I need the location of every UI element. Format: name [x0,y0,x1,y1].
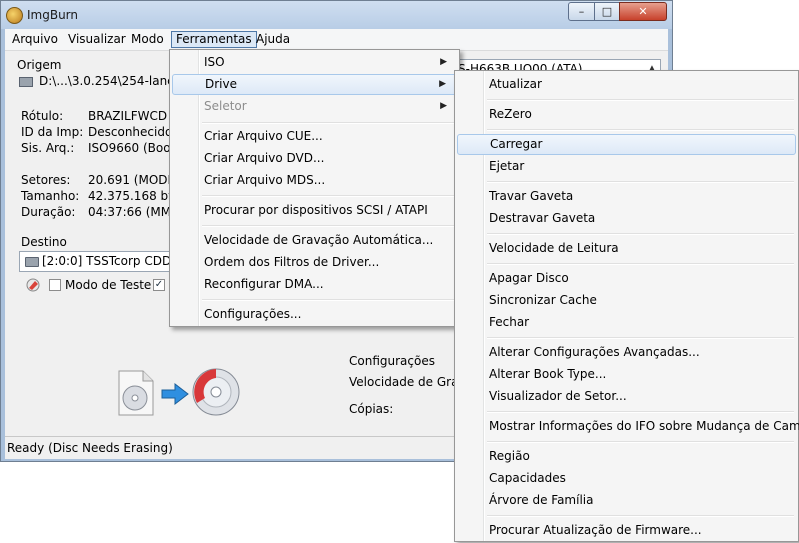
submenu-arrow-icon: ▶ [440,57,447,67]
source-group-label: Origem [17,58,62,72]
menu-item-configuracoes[interactable]: Configurações... [172,304,457,325]
drive-icon [25,257,39,267]
menu-item-ejetar[interactable]: Ejetar [457,156,796,177]
burn-disc-icon [191,367,241,417]
label-sis-arq: Sis. Arq.: [21,141,75,155]
menu-item-alterar-config-avancadas[interactable]: Alterar Configurações Avançadas... [457,342,796,363]
verify-checkbox[interactable]: ✓ [153,279,165,291]
menu-ajuda[interactable]: Ajuda [252,31,294,48]
menu-separator [202,225,455,227]
menu-item-rezero[interactable]: ReZero [457,104,796,125]
menu-item-arvore-familia[interactable]: Árvore de Família [457,490,796,511]
menu-separator [202,122,455,124]
menu-separator [487,263,794,265]
menu-separator [202,195,455,197]
disc-image-file-icon [19,76,33,87]
destination-drive-combo[interactable]: [2:0:0] TSSTcorp CDDVD [19,251,179,272]
drive-submenu: Atualizar ReZero Carregar Ejetar Travar … [454,70,799,542]
menu-item-travar-gaveta[interactable]: Travar Gaveta [457,186,796,207]
menu-item-drive[interactable]: Drive ▶ [172,74,457,95]
destination-drive-text: [2:0:0] TSSTcorp CDDVD [42,254,179,268]
menu-separator [487,233,794,235]
menu-item-visualizador-setor[interactable]: Visualizador de Setor... [457,386,796,407]
imgburn-icon [6,7,23,24]
ferramentas-menu: ISO ▶ Drive ▶ Seletor ▶ Criar Arquivo CUE..… [169,49,460,327]
destination-group-label: Destino [21,235,67,249]
source-path[interactable]: D:\...\3.0.254\254-lanca [19,74,181,88]
value-rotulo: BRAZILFWCD [88,109,168,123]
menu-item-destravar-gaveta[interactable]: Destravar Gaveta [457,208,796,229]
menu-separator [487,129,794,131]
label-tamanho: Tamanho: [21,189,80,203]
menu-bar: Arquivo Visualizar Modo Ferramentas Ajud… [5,29,668,51]
menu-visualizar[interactable]: Visualizar [64,31,130,48]
write-arrow-icon [161,382,189,406]
erase-disc-icon[interactable] [26,278,40,292]
menu-separator [487,411,794,413]
menu-separator [202,299,455,301]
menu-ferramentas[interactable]: Ferramentas [171,31,257,48]
menu-item-criar-dvd[interactable]: Criar Arquivo DVD... [172,148,457,169]
menu-modo[interactable]: Modo [127,31,168,48]
menu-item-regiao[interactable]: Região [457,446,796,467]
label-duracao: Duração: [21,205,76,219]
close-button[interactable]: ✕ [619,2,667,21]
minimize-button[interactable]: – [568,2,595,21]
source-path-text: D:\...\3.0.254\254-lanca [39,74,182,88]
menu-item-iso[interactable]: ISO ▶ [172,52,457,73]
value-id-imp: Desconhecido [88,125,173,139]
submenu-arrow-icon: ▶ [440,101,447,111]
menu-item-sincronizar-cache[interactable]: Sincronizar Cache [457,290,796,311]
maximize-button[interactable]: □ [594,2,620,21]
menu-item-seletor: Seletor ▶ [172,96,457,117]
menu-separator [487,99,794,101]
disc-image-file-icon [115,369,155,417]
menu-item-alterar-book-type[interactable]: Alterar Book Type... [457,364,796,385]
menu-item-carregar[interactable]: Carregar [457,134,796,155]
menu-item-criar-mds[interactable]: Criar Arquivo MDS... [172,170,457,191]
menu-item-reconfigurar-dma[interactable]: Reconfigurar DMA... [172,274,457,295]
menu-separator [487,515,794,517]
copies-label: Cópias: [349,402,394,416]
test-mode-label: Modo de Teste [65,278,152,292]
window-title: ImgBurn [27,8,79,22]
menu-item-mostrar-ifo[interactable]: Mostrar Informações do IFO sobre Mudança… [457,416,799,437]
menu-item-ordem-filtros[interactable]: Ordem dos Filtros de Driver... [172,252,457,273]
menu-item-procurar-scsi[interactable]: Procurar por dispositivos SCSI / ATAPI [172,200,457,221]
menu-item-atualizar[interactable]: Atualizar [457,74,796,95]
menu-item-capacidades[interactable]: Capacidades [457,468,796,489]
menu-item-velocidade-auto[interactable]: Velocidade de Gravação Automática... [172,230,457,251]
menu-item-procurar-firmware[interactable]: Procurar Atualização de Firmware... [457,520,796,541]
menu-item-apagar-disco[interactable]: Apagar Disco [457,268,796,289]
menu-item-criar-cue[interactable]: Criar Arquivo CUE... [172,126,457,147]
menu-separator [487,337,794,339]
menu-arquivo[interactable]: Arquivo [8,31,62,48]
submenu-arrow-icon: ▶ [439,79,446,89]
status-text: Ready (Disc Needs Erasing) [7,441,173,455]
menu-item-velocidade-leitura[interactable]: Velocidade de Leitura [457,238,796,259]
label-setores: Setores: [21,173,71,187]
menu-separator [487,441,794,443]
label-id-imp: ID da Imp: [21,125,84,139]
settings-group-label: Configurações [349,354,435,368]
title-bar[interactable]: ImgBurn – □ ✕ [1,1,672,29]
test-mode-checkbox[interactable] [49,279,61,291]
menu-separator [487,181,794,183]
label-rotulo: Rótulo: [21,109,64,123]
menu-item-fechar[interactable]: Fechar [457,312,796,333]
